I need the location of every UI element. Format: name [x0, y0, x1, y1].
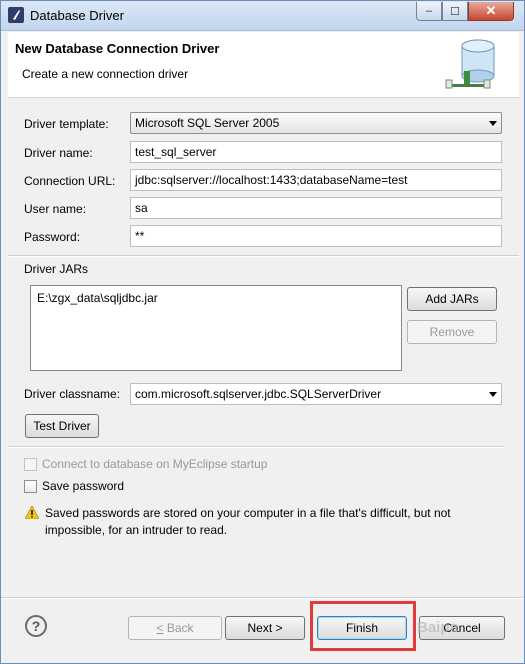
driver-template-value: Microsoft SQL Server 2005 [135, 116, 280, 130]
window-title: Database Driver [30, 8, 124, 23]
password-label: Password: [24, 230, 81, 244]
maximize-icon: ☐ [450, 5, 460, 18]
save-password-warning: Saved passwords are stored on your compu… [45, 506, 451, 537]
next-button-label: Next > [247, 621, 283, 635]
driver-name-label: Driver name: [24, 146, 93, 160]
remove-jar-button[interactable]: Remove [407, 320, 497, 344]
connection-url-input[interactable]: jdbc:sqlserver://localhost:1433;database… [130, 169, 502, 191]
chevron-down-icon [489, 121, 497, 126]
minimize-button[interactable]: – [416, 2, 442, 21]
minimize-icon: – [425, 5, 433, 17]
cancel-button[interactable]: Cancel [419, 616, 505, 640]
back-button-label: < Back [156, 621, 194, 635]
driver-classname-label: Driver classname: [24, 387, 121, 401]
button-bar: ? < Back Next > Finish Cancel Baiрв [1, 599, 524, 663]
driver-template-label: Driver template: [24, 117, 109, 131]
close-icon: ✕ [485, 3, 497, 18]
add-jars-button[interactable]: Add JARs [407, 287, 497, 311]
driver-name-input[interactable]: test_sql_server [130, 141, 502, 163]
myeclipse-app-icon [8, 7, 24, 23]
driver-jars-label: Driver JARs [24, 262, 89, 276]
form-area: Driver template: Microsoft SQL Server 20… [8, 99, 519, 593]
wizard-header: New Database Connection Driver Create a … [8, 32, 519, 98]
driver-classname-value: com.microsoft.sqlserver.jdbc.SQLServerDr… [135, 387, 382, 401]
highlight-box [310, 601, 416, 651]
connect-on-startup-checkbox[interactable] [24, 458, 37, 471]
page-title: New Database Connection Driver [15, 41, 220, 56]
save-password-checkbox[interactable] [24, 480, 37, 493]
test-driver-button[interactable]: Test Driver [25, 414, 99, 438]
next-button[interactable]: Next > [225, 616, 305, 640]
list-item[interactable]: E:\zgx_data\sqljdbc.jar [37, 291, 158, 305]
connection-url-label: Connection URL: [24, 174, 116, 188]
user-name-label: User name: [24, 202, 87, 216]
cancel-button-label: Cancel [443, 621, 481, 635]
database-icon [445, 39, 495, 89]
maximize-button[interactable]: ☐ [442, 2, 468, 21]
driver-jars-list[interactable]: E:\zgx_data\sqljdbc.jar [30, 285, 402, 371]
separator [8, 446, 504, 448]
separator [8, 255, 519, 257]
connect-on-startup-label: Connect to database on MyEclipse startup [42, 457, 268, 471]
driver-template-select[interactable]: Microsoft SQL Server 2005 [130, 112, 502, 134]
save-password-label: Save password [42, 479, 125, 493]
back-button[interactable]: < Back [128, 616, 222, 640]
close-button[interactable]: ✕ [468, 2, 514, 21]
help-icon[interactable]: ? [25, 615, 47, 637]
driver-classname-combo[interactable]: com.microsoft.sqlserver.jdbc.SQLServerDr… [130, 383, 502, 405]
database-driver-window: Database Driver – ☐ ✕ New Database Conne… [0, 0, 525, 664]
password-input[interactable]: ** [130, 225, 502, 247]
page-subtitle: Create a new connection driver [22, 67, 189, 81]
warning-icon [25, 506, 39, 519]
user-name-input[interactable]: sa [130, 197, 502, 219]
chevron-down-icon[interactable] [489, 392, 497, 397]
title-bar[interactable]: Database Driver – ☐ ✕ [1, 1, 524, 31]
